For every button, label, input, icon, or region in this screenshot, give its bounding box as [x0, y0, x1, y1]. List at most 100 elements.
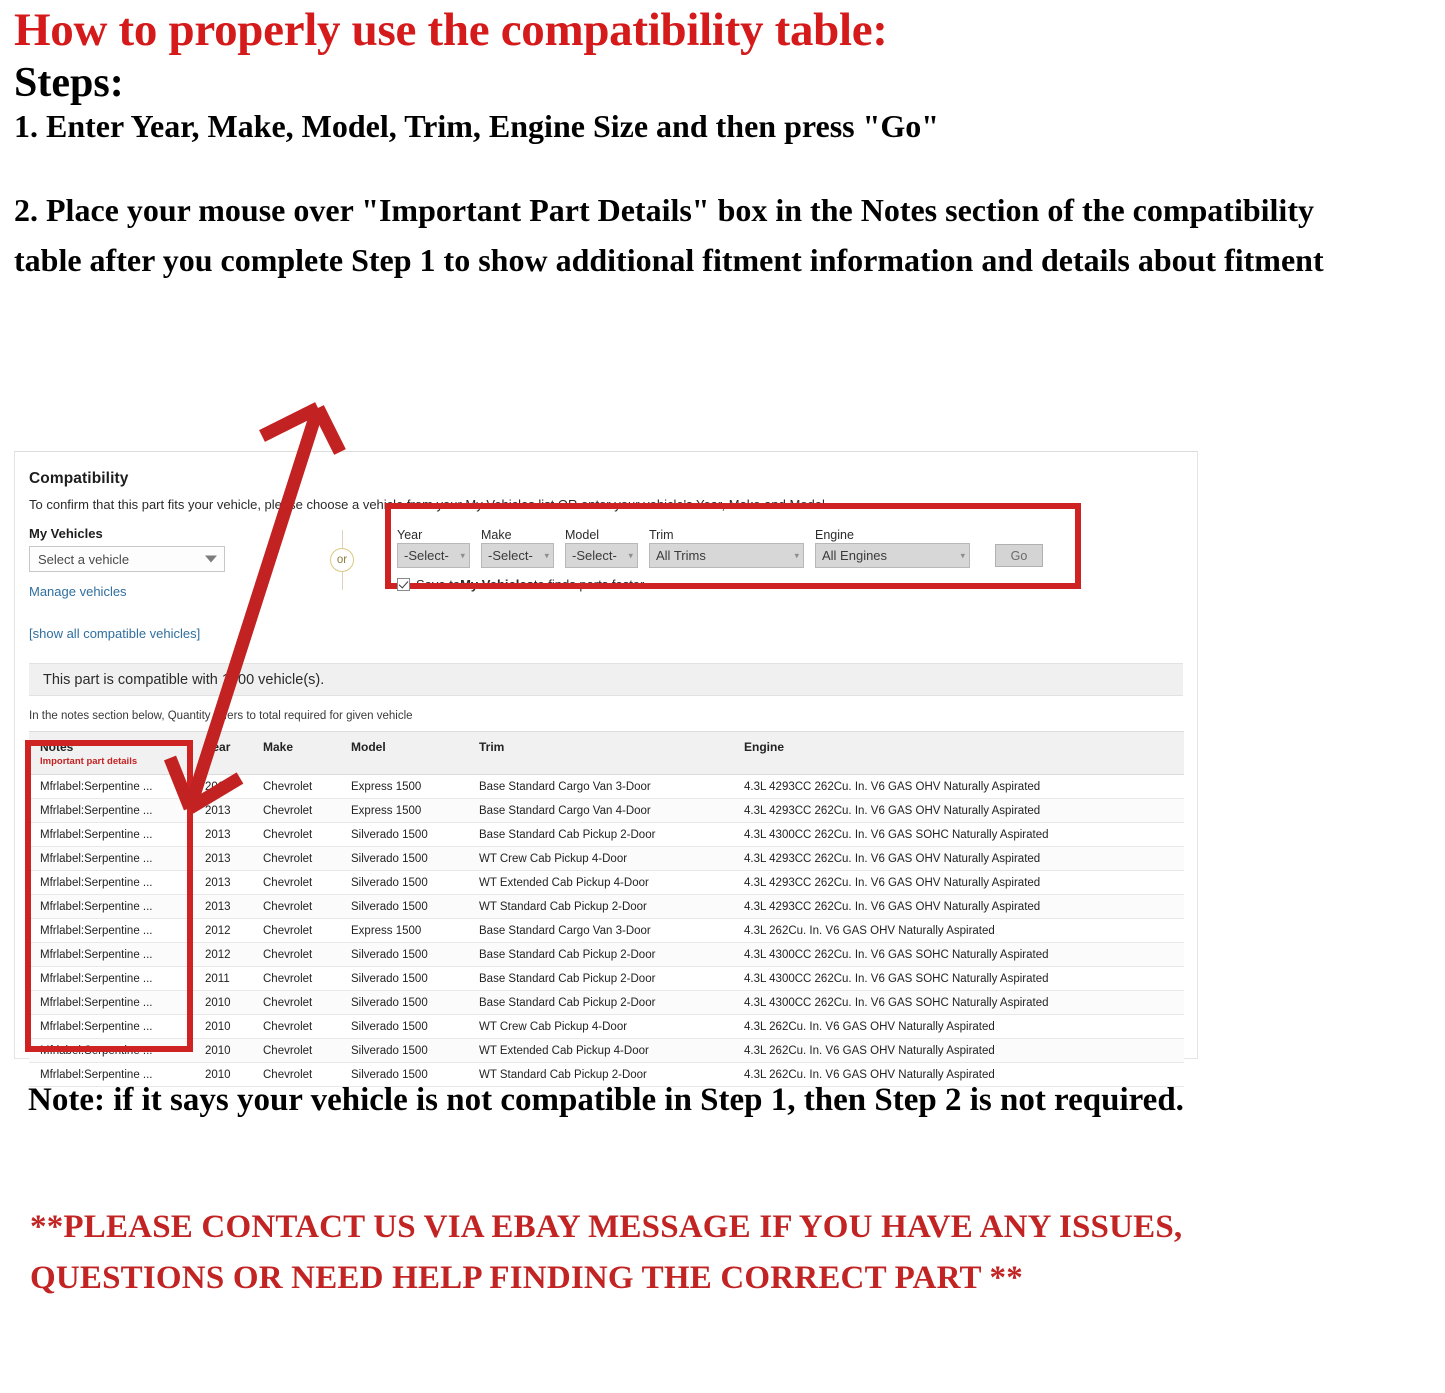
table-body: Mfrlabel:Serpentine ... 2013 Chevrolet Expr…: [29, 774, 1184, 1087]
chevron-down-icon: ▾: [960, 550, 965, 560]
cell-notes[interactable]: Mfrlabel:Serpentine ...: [29, 942, 194, 967]
cell-model: Silverado 1500: [340, 870, 468, 895]
cell-model: Silverado 1500: [340, 1038, 468, 1063]
save-to-my-vehicles-row[interactable]: Save to My Vehicles to finds parts faste…: [397, 577, 1183, 592]
cell-trim: Base Standard Cab Pickup 2-Door: [468, 822, 733, 847]
cell-engine: 4.3L 262Cu. In. V6 GAS OHV Naturally Asp…: [733, 1038, 1184, 1063]
cell-engine: 4.3L 262Cu. In. V6 GAS OHV Naturally Asp…: [733, 1014, 1184, 1039]
steps-label: Steps:: [14, 59, 124, 106]
cell-notes[interactable]: Mfrlabel:Serpentine ...: [29, 846, 194, 871]
cell-make: Chevrolet: [252, 774, 340, 799]
compatible-count-banner: This part is compatible with 1000 vehicl…: [29, 663, 1183, 696]
table-row: Mfrlabel:Serpentine ... 2013 Chevrolet Silv…: [29, 822, 1184, 847]
cell-make: Chevrolet: [252, 822, 340, 847]
cell-trim: Base Standard Cargo Van 4-Door: [468, 798, 733, 823]
contact-text: **PLEASE CONTACT US VIA EBAY MESSAGE IF …: [30, 1209, 1183, 1297]
cell-year: 2012: [194, 918, 252, 943]
cell-make: Chevrolet: [252, 918, 340, 943]
cell-notes[interactable]: Mfrlabel:Serpentine ...: [29, 870, 194, 895]
cell-make: Chevrolet: [252, 846, 340, 871]
cell-year: 2013: [194, 846, 252, 871]
cell-notes[interactable]: Mfrlabel:Serpentine ...: [29, 894, 194, 919]
page-title: How to properly use the compatibility ta…: [14, 4, 888, 56]
instructions-block: How to properly use the compatibility ta…: [0, 0, 1445, 286]
cell-make: Chevrolet: [252, 990, 340, 1015]
cell-make: Chevrolet: [252, 1014, 340, 1039]
column-header-engine: Engine: [733, 731, 1184, 775]
table-row: Mfrlabel:Serpentine ... 2013 Chevrolet Silv…: [29, 870, 1184, 895]
field-label-trim: Trim: [649, 528, 674, 542]
cell-make: Chevrolet: [252, 1038, 340, 1063]
save-suffix-text: to finds parts faster: [533, 577, 645, 592]
cell-trim: WT Crew Cab Pickup 4-Door: [468, 846, 733, 871]
model-dropdown[interactable]: -Select- ▾: [565, 543, 638, 568]
engine-value: All Engines: [822, 548, 888, 563]
cell-engine: 4.3L 4293CC 262Cu. In. V6 GAS OHV Natura…: [733, 894, 1184, 919]
cell-year: 2010: [194, 1038, 252, 1063]
column-header-model: Model: [340, 731, 468, 775]
go-button[interactable]: Go: [995, 544, 1043, 567]
make-value: -Select-: [488, 548, 533, 563]
quantity-note: In the notes section below, Quantity ref…: [29, 710, 413, 722]
cell-notes[interactable]: Mfrlabel:Serpentine ...: [29, 990, 194, 1015]
cell-notes[interactable]: Mfrlabel:Serpentine ...: [29, 822, 194, 847]
table-row: Mfrlabel:Serpentine ... 2013 Chevrolet Silv…: [29, 894, 1184, 919]
cell-notes[interactable]: Mfrlabel:Serpentine ...: [29, 1038, 194, 1063]
important-part-details-label: Important part details: [40, 756, 138, 767]
cell-make: Chevrolet: [252, 942, 340, 967]
compatibility-subtext: To confirm that this part fits your vehi…: [29, 497, 829, 512]
note-text: Note: if it says your vehicle is not com…: [28, 1082, 1184, 1118]
engine-dropdown[interactable]: All Engines ▾: [815, 543, 970, 568]
cell-engine: 4.3L 262Cu. In. V6 GAS OHV Naturally Asp…: [733, 918, 1184, 943]
my-vehicles-column: My Vehicles Select a vehicle Manage vehi…: [29, 526, 287, 641]
arrow-head-top-left: [259, 402, 321, 442]
chevron-down-icon: ▾: [544, 550, 549, 560]
chevron-down-icon: ▾: [460, 550, 465, 560]
cell-year: 2013: [194, 870, 252, 895]
cell-make: Chevrolet: [252, 870, 340, 895]
cell-engine: 4.3L 4300CC 262Cu. In. V6 GAS SOHC Natur…: [733, 990, 1184, 1015]
field-label-engine: Engine: [815, 528, 854, 542]
cell-year: 2010: [194, 990, 252, 1015]
make-dropdown[interactable]: -Select- ▾: [481, 543, 554, 568]
cell-notes[interactable]: Mfrlabel:Serpentine ...: [29, 966, 194, 991]
cell-engine: 4.3L 4293CC 262Cu. In. V6 GAS OHV Natura…: [733, 846, 1184, 871]
cell-notes[interactable]: Mfrlabel:Serpentine ...: [29, 798, 194, 823]
cell-make: Chevrolet: [252, 966, 340, 991]
select-a-vehicle-value: Select a vehicle: [38, 551, 130, 567]
select-a-vehicle-dropdown[interactable]: Select a vehicle: [29, 546, 225, 572]
cell-notes[interactable]: Mfrlabel:Serpentine ...: [29, 918, 194, 943]
trim-dropdown[interactable]: All Trims ▾: [649, 543, 804, 568]
cell-year: 2013: [194, 822, 252, 847]
column-header-make: Make: [252, 731, 340, 775]
arrow-head-top-right: [312, 405, 346, 455]
field-year: Year -Select- ▾: [397, 528, 470, 568]
trim-value: All Trims: [656, 548, 706, 563]
cell-trim: WT Crew Cab Pickup 4-Door: [468, 1014, 733, 1039]
field-engine: Engine All Engines ▾: [815, 528, 970, 568]
save-checkbox[interactable]: [397, 578, 410, 591]
year-dropdown[interactable]: -Select- ▾: [397, 543, 470, 568]
step-1-text: 1. Enter Year, Make, Model, Trim, Engine…: [14, 108, 940, 144]
cell-engine: 4.3L 4300CC 262Cu. In. V6 GAS SOHC Natur…: [733, 966, 1184, 991]
field-trim: Trim All Trims ▾: [649, 528, 804, 568]
manage-vehicles-link[interactable]: Manage vehicles: [29, 584, 287, 599]
chevron-down-icon: [205, 555, 217, 563]
table-row: Mfrlabel:Serpentine ... 2010 Chevrolet Silv…: [29, 1038, 1184, 1063]
cell-trim: Base Standard Cargo Van 3-Door: [468, 918, 733, 943]
cell-trim: Base Standard Cab Pickup 2-Door: [468, 942, 733, 967]
step-2-text: 2. Place your mouse over "Important Part…: [14, 192, 1324, 279]
ymm-fields: Year -Select- ▾ Make -Select- ▾ Model -S…: [397, 526, 1183, 568]
cell-year: 2013: [194, 774, 252, 799]
cell-trim: WT Standard Cab Pickup 2-Door: [468, 894, 733, 919]
cell-make: Chevrolet: [252, 798, 340, 823]
cell-year: 2013: [194, 894, 252, 919]
cell-notes[interactable]: Mfrlabel:Serpentine ...: [29, 1014, 194, 1039]
cell-model: Silverado 1500: [340, 822, 468, 847]
cell-notes[interactable]: Mfrlabel:Serpentine ...: [29, 774, 194, 799]
field-label-year: Year: [397, 528, 423, 542]
show-all-compatible-vehicles-link[interactable]: [show all compatible vehicles]: [29, 626, 287, 641]
table-row: Mfrlabel:Serpentine ... 2010 Chevrolet Silv…: [29, 1014, 1184, 1039]
cell-model: Express 1500: [340, 918, 468, 943]
cell-model: Express 1500: [340, 798, 468, 823]
